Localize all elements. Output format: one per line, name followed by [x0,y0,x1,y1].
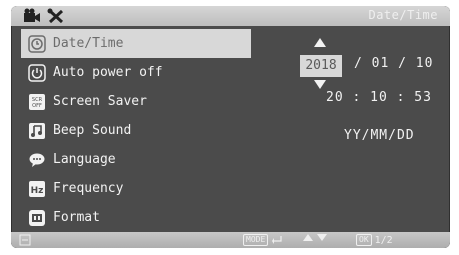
year-field[interactable]: 2018 [300,55,342,77]
power-icon [27,63,47,83]
top-bar: Date/Time [11,6,450,26]
back-icon[interactable] [19,234,31,246]
memory-card-icon [27,208,47,228]
menu-item-label: Frequency [53,181,124,196]
menu-item-label: Date/Time [53,36,124,51]
hz-icon: Hz [27,179,47,199]
svg-text:OFF: OFF [32,103,42,109]
camcorder-icon[interactable] [23,8,41,24]
decrement-arrow-icon[interactable] [314,80,326,89]
menu-item-language[interactable]: Language [21,145,251,174]
svg-text:Hz: Hz [31,186,44,196]
page-title: Date/Time [368,8,438,22]
ok-badge: OK [356,234,372,246]
page-indicator: 1/2 [374,234,393,246]
settings-menu: Date/Time Auto power off SCR OFF Screen … [21,29,251,232]
music-note-icon [27,121,47,141]
menu-item-label: Beep Sound [53,123,132,138]
menu-item-beep-sound[interactable]: Beep Sound [21,116,251,145]
date-format-value[interactable]: YY/MM/DD [344,128,415,143]
clock-icon [27,34,47,54]
increment-arrow-icon[interactable] [314,38,326,47]
screensaver-icon: SCR OFF [27,92,47,112]
menu-item-screen-saver[interactable]: SCR OFF Screen Saver [21,87,251,116]
speech-bubble-icon [27,150,47,170]
time-value[interactable]: 20 : 10 : 53 [326,90,432,105]
tools-icon[interactable] [47,8,65,24]
menu-item-format[interactable]: Format [21,203,251,232]
menu-item-date-time[interactable]: Date/Time [21,29,251,58]
ok-hint: OK 1/2 [356,234,393,246]
menu-item-auto-power-off[interactable]: Auto power off [21,58,251,87]
bottom-bar: MODE OK 1/2 [11,232,450,248]
down-arrow-icon [317,234,327,241]
menu-item-label: Language [53,152,116,167]
up-down-hint [303,234,327,241]
menu-item-label: Screen Saver [53,94,147,109]
menu-item-label: Auto power off [53,65,163,80]
up-arrow-icon [303,234,313,241]
mode-badge: MODE [243,234,269,246]
month-day-value[interactable]: / 01 / 10 [354,56,433,71]
mode-hint: MODE [243,234,283,246]
return-arrow-icon [272,236,282,244]
menu-item-frequency[interactable]: Hz Frequency [21,174,251,203]
camera-settings-screen: Date/Time Date/Time Auto power off SCR O… [11,6,450,248]
menu-item-label: Format [53,210,100,225]
date-time-panel: 2018 / 01 / 10 20 : 10 : 53 YY/MM/DD [296,36,446,156]
